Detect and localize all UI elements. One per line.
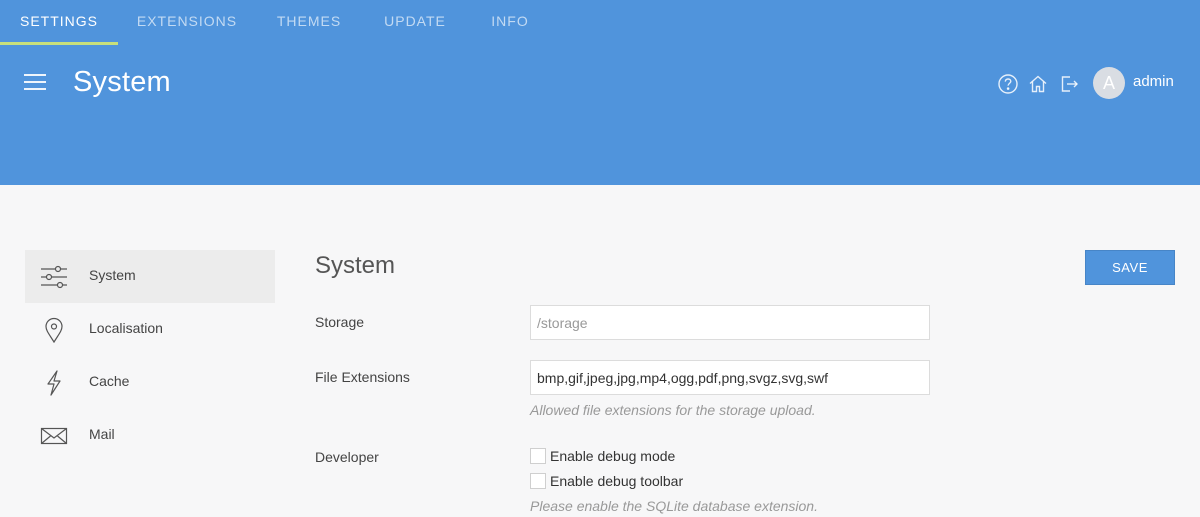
avatar[interactable]: A	[1093, 67, 1125, 99]
username[interactable]: admin	[1133, 73, 1174, 90]
top-header: System A admin SETTINGS EXTENSIONS THEME…	[0, 0, 1200, 185]
tab-extensions[interactable]: EXTENSIONS	[118, 0, 256, 45]
map-pin-icon	[40, 317, 68, 344]
file-extensions-label: File Extensions	[315, 369, 410, 385]
section-title: System	[315, 252, 396, 279]
checkbox-box[interactable]	[530, 448, 546, 464]
sidebar-item-label: Mail	[89, 426, 115, 442]
tab-update[interactable]: UPDATE	[362, 0, 468, 45]
help-icon[interactable]	[997, 73, 1019, 95]
developer-label: Developer	[315, 449, 379, 465]
file-extensions-input[interactable]	[530, 360, 930, 395]
home-icon[interactable]	[1027, 73, 1049, 95]
save-button[interactable]: SAVE	[1085, 250, 1175, 285]
page-title: System	[73, 66, 171, 98]
checkbox-label: Enable debug toolbar	[550, 473, 684, 489]
developer-help: Please enable the SQLite database extens…	[530, 498, 818, 514]
sidebar-item-label: System	[89, 267, 136, 283]
tab-themes[interactable]: THEMES	[256, 0, 362, 45]
lightning-icon	[40, 370, 68, 396]
storage-input[interactable]	[530, 305, 930, 340]
sidebar-item-label: Cache	[89, 373, 130, 389]
sidebar-item-localisation[interactable]: Localisation	[25, 303, 275, 356]
mail-icon	[40, 423, 68, 449]
tab-info[interactable]: INFO	[468, 0, 552, 45]
sidebar-item-label: Localisation	[89, 320, 163, 336]
sidebar-item-mail[interactable]: Mail	[25, 409, 275, 462]
checkbox-label: Enable debug mode	[550, 448, 676, 464]
sidebar-item-cache[interactable]: Cache	[25, 356, 275, 409]
file-extensions-help: Allowed file extensions for the storage …	[530, 402, 816, 418]
sidebar-item-system[interactable]: System	[25, 250, 275, 303]
logout-icon[interactable]	[1058, 73, 1080, 95]
hamburger-menu-icon[interactable]	[24, 74, 46, 92]
checkbox-box[interactable]	[530, 473, 546, 489]
storage-label: Storage	[315, 314, 365, 330]
sliders-icon	[40, 264, 68, 290]
tab-settings[interactable]: SETTINGS	[0, 0, 118, 45]
